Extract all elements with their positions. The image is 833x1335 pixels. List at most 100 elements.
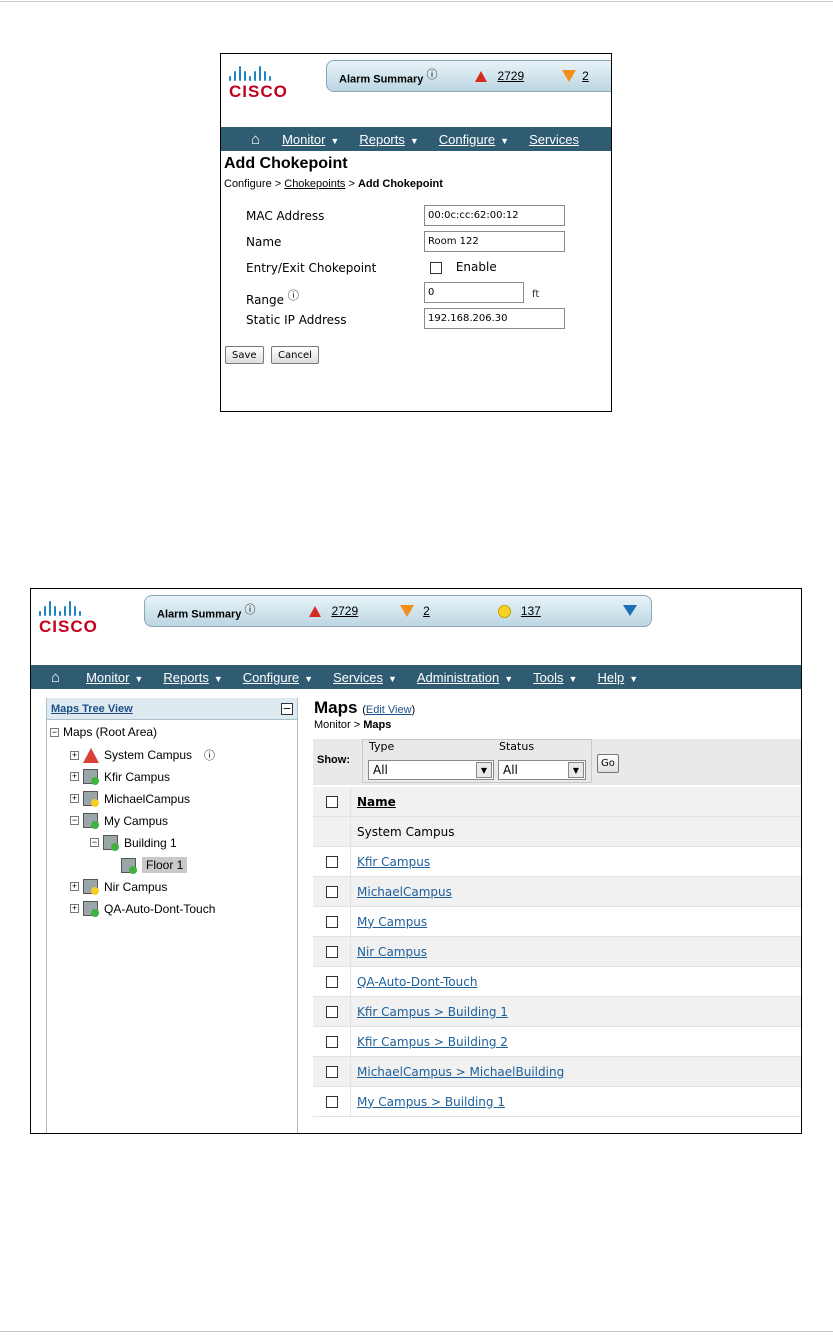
row-name-link[interactable]: MichaelCampus	[357, 885, 452, 899]
name-column-header[interactable]: Name	[351, 795, 396, 809]
mac-address-input[interactable]	[424, 205, 565, 226]
nav-monitor[interactable]: Monitor ▼	[86, 670, 143, 685]
type-select[interactable]: All ▼	[368, 760, 494, 780]
row-name-link[interactable]: MichaelCampus > MichaelBuilding	[357, 1065, 564, 1079]
collapse-icon: −	[50, 726, 59, 737]
nav-help[interactable]: Help ▼	[597, 670, 638, 685]
maps-tree-header: Maps Tree View −	[47, 698, 297, 720]
row-name-link[interactable]: My Campus	[357, 915, 427, 929]
tree-node-nir-campus[interactable]: + Nir Campus	[70, 879, 167, 895]
building-minor-icon	[83, 791, 99, 807]
range-unit: ft	[532, 289, 540, 300]
table-row: Kfir Campus > Building 1	[313, 997, 801, 1027]
home-icon[interactable]: ⌂	[251, 131, 260, 148]
collapse-panel-icon[interactable]: −	[281, 702, 293, 715]
major-alarm-count[interactable]: 2	[423, 604, 430, 618]
row-checkbox[interactable]	[325, 1065, 338, 1078]
chevron-down-icon: ▼	[409, 135, 419, 146]
cancel-button[interactable]: Cancel	[271, 346, 319, 364]
floor-ok-icon	[121, 857, 137, 874]
row-checkbox[interactable]	[325, 855, 338, 868]
tree-node-michaelcampus[interactable]: + MichaelCampus	[70, 791, 190, 807]
table-row: Kfir Campus	[313, 847, 801, 877]
table-row: My Campus > Building 1	[313, 1087, 801, 1117]
page-bottom-rule	[0, 1331, 833, 1332]
add-chokepoint-screenshot: CISCO Alarm Summary ⓘ 2729 2 ⌂ Monitor ▼ …	[220, 53, 612, 412]
nav-configure[interactable]: Configure ▼	[439, 132, 509, 147]
tree-node-kfir-campus[interactable]: + Kfir Campus	[70, 769, 170, 785]
row-checkbox[interactable]	[325, 885, 338, 898]
building-ok-icon	[83, 813, 99, 829]
nav-reports[interactable]: Reports ▼	[359, 132, 418, 147]
chevron-down-icon: ▼	[500, 135, 510, 146]
row-name-link[interactable]: Nir Campus	[357, 945, 427, 959]
breadcrumb-chokepoints-link[interactable]: Chokepoints	[284, 178, 345, 190]
row-checkbox[interactable]	[325, 1035, 338, 1048]
row-name-text: System Campus	[357, 824, 455, 839]
tree-node-building-1[interactable]: − Building 1	[90, 835, 177, 851]
table-row: Kfir Campus > Building 2	[313, 1027, 801, 1057]
alarm-summary-label: Alarm Summary	[339, 73, 424, 86]
collapse-alarm-icon[interactable]	[623, 605, 637, 616]
range-label: Range ⓘ	[246, 289, 299, 307]
row-checkbox[interactable]	[325, 1005, 338, 1018]
row-name-link[interactable]: My Campus > Building 1	[357, 1095, 505, 1109]
critical-alarm-count[interactable]: 2729	[331, 604, 358, 618]
info-icon: ⓘ	[426, 69, 438, 82]
maps-tree-view-link[interactable]: Maps Tree View	[51, 703, 133, 715]
home-icon[interactable]: ⌂	[51, 669, 60, 686]
nav-monitor[interactable]: Monitor ▼	[282, 132, 339, 147]
row-name-link[interactable]: Kfir Campus	[357, 855, 430, 869]
row-checkbox[interactable]	[325, 1095, 338, 1108]
page-title: Add Chokepoint	[224, 155, 348, 172]
status-select[interactable]: All ▼	[498, 760, 586, 780]
nav-tools[interactable]: Tools ▼	[533, 670, 577, 685]
expand-icon: +	[70, 749, 79, 760]
nav-reports[interactable]: Reports ▼	[163, 670, 222, 685]
table-row: QA-Auto-Dont-Touch	[313, 967, 801, 997]
table-row: System Campus	[313, 817, 801, 847]
major-alarm-icon	[400, 605, 415, 617]
alarm-summary-bar[interactable]: Alarm Summary ⓘ 2729 2 137	[144, 595, 652, 627]
row-checkbox[interactable]	[325, 975, 338, 988]
tree-node-floor-1[interactable]: Floor 1	[121, 857, 188, 874]
enable-checkbox[interactable]	[430, 261, 442, 274]
nav-configure[interactable]: Configure ▼	[243, 670, 313, 685]
alarm-summary-bar[interactable]: Alarm Summary ⓘ 2729 2	[326, 60, 611, 92]
select-all-checkbox[interactable]	[325, 795, 338, 808]
go-button[interactable]: Go	[597, 754, 619, 773]
table-row: My Campus	[313, 907, 801, 937]
expand-icon: +	[70, 771, 79, 781]
row-name-link[interactable]: Kfir Campus > Building 1	[357, 1005, 508, 1019]
breadcrumb: Monitor > Maps	[314, 719, 392, 731]
save-button[interactable]: Save	[225, 346, 264, 364]
chevron-down-icon: ▼	[629, 673, 639, 684]
critical-alarm-count[interactable]: 2729	[497, 69, 524, 83]
breadcrumb: Configure > Chokepoints > Add Chokepoint	[224, 178, 443, 190]
row-name-link[interactable]: Kfir Campus > Building 2	[357, 1035, 508, 1049]
tree-node-my-campus[interactable]: − My Campus	[70, 813, 168, 829]
static-ip-input[interactable]	[424, 308, 565, 329]
cisco-wordmark: CISCO	[229, 82, 288, 101]
tree-root[interactable]: − Maps (Root Area)	[50, 725, 157, 739]
type-label: Type	[369, 740, 395, 753]
entry-exit-enable[interactable]: Enable	[430, 260, 497, 274]
row-checkbox[interactable]	[325, 915, 338, 928]
edit-view-link[interactable]: Edit View	[366, 704, 412, 716]
range-input[interactable]	[424, 282, 524, 303]
table-header: Name	[313, 787, 801, 817]
enable-label: Enable	[455, 260, 497, 274]
row-checkbox[interactable]	[325, 945, 338, 958]
chevron-down-icon: ▼	[504, 673, 514, 684]
major-alarm-count[interactable]: 2	[582, 69, 589, 83]
nav-services[interactable]: Services	[529, 132, 579, 147]
tree-node-qa-auto[interactable]: + QA-Auto-Dont-Touch	[70, 901, 215, 917]
name-input[interactable]	[424, 231, 565, 252]
minor-alarm-count[interactable]: 137	[521, 604, 541, 618]
filter-bar: Show: Type All ▼ Status All ▼ Go	[313, 739, 801, 785]
tree-node-system-campus[interactable]: + System Campus ⓘ	[70, 747, 215, 763]
row-name-link[interactable]: QA-Auto-Dont-Touch	[357, 975, 477, 989]
filter-group: Type All ▼ Status All ▼	[362, 739, 592, 783]
nav-services[interactable]: Services ▼	[333, 670, 397, 685]
nav-administration[interactable]: Administration ▼	[417, 670, 513, 685]
